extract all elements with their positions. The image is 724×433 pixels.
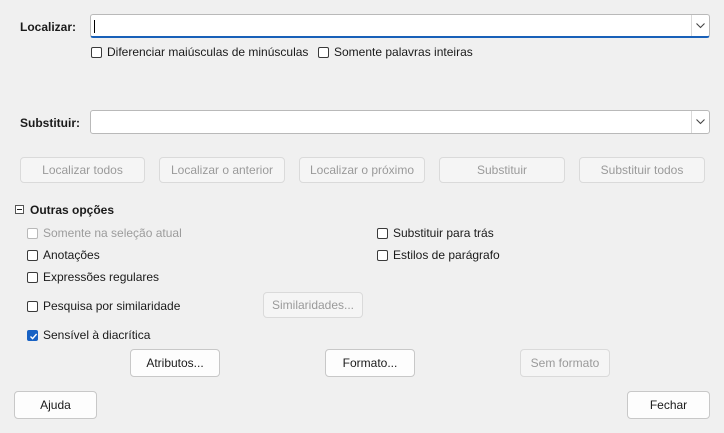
- match-case-checkbox[interactable]: Diferenciar maiúsculas de minúsculas: [91, 45, 308, 59]
- whole-words-label: Somente palavras inteiras: [334, 45, 473, 59]
- find-next-button[interactable]: Localizar o próximo: [299, 157, 425, 183]
- comments-checkbox[interactable]: Anotações: [27, 248, 100, 262]
- checkbox-box[interactable]: [377, 249, 388, 261]
- similarity-search-label: Pesquisa por similaridade: [43, 299, 181, 313]
- more-options-label: Outras opções: [30, 203, 115, 217]
- similarity-search-checkbox[interactable]: Pesquisa por similaridade: [27, 299, 180, 313]
- match-case-label: Diferenciar maiúsculas de minúsculas: [107, 45, 309, 59]
- diacritic-sensitive-checkbox[interactable]: Sensível à diacrítica: [27, 328, 150, 342]
- find-all-button[interactable]: Localizar todos: [20, 157, 145, 183]
- regular-expressions-checkbox[interactable]: Expressões regulares: [27, 270, 159, 284]
- help-button[interactable]: Ajuda: [14, 391, 97, 419]
- collapse-icon[interactable]: [15, 205, 24, 214]
- current-selection-only-label: Somente na seleção atual: [43, 226, 182, 240]
- find-label: Localizar:: [20, 20, 77, 34]
- replace-button[interactable]: Substituir: [439, 157, 565, 183]
- replace-dropdown-button[interactable]: [691, 111, 709, 133]
- checkbox-box[interactable]: [27, 227, 38, 239]
- replace-label: Substituir:: [20, 116, 80, 130]
- chevron-down-icon: [696, 23, 705, 29]
- paragraph-styles-checkbox[interactable]: Estilos de parágrafo: [377, 248, 500, 262]
- replace-backwards-checkbox[interactable]: Substituir para trás: [377, 226, 494, 240]
- diacritic-sensitive-label: Sensível à diacrítica: [43, 328, 151, 342]
- text-cursor: [94, 20, 95, 33]
- more-options-toggle[interactable]: Outras opções: [15, 203, 115, 217]
- find-dropdown-button[interactable]: [691, 15, 709, 36]
- checkbox-box[interactable]: [27, 271, 38, 283]
- chevron-down-icon: [696, 119, 705, 125]
- similarities-button[interactable]: Similaridades...: [263, 292, 363, 318]
- format-button[interactable]: Formato...: [325, 349, 415, 377]
- comments-label: Anotações: [43, 248, 100, 262]
- no-format-button[interactable]: Sem formato: [520, 349, 610, 377]
- close-button[interactable]: Fechar: [627, 391, 710, 419]
- paragraph-styles-label: Estilos de parágrafo: [393, 248, 500, 262]
- checkbox-box[interactable]: [318, 46, 329, 58]
- current-selection-only-checkbox[interactable]: Somente na seleção atual: [27, 226, 182, 240]
- checkbox-box[interactable]: [377, 227, 388, 239]
- checkbox-box[interactable]: [27, 249, 38, 261]
- checkbox-box[interactable]: [91, 46, 102, 58]
- find-previous-button[interactable]: Localizar o anterior: [159, 157, 285, 183]
- replace-backwards-label: Substituir para trás: [393, 226, 494, 240]
- replace-all-button[interactable]: Substituir todos: [579, 157, 705, 183]
- checkbox-box[interactable]: [27, 329, 38, 341]
- whole-words-checkbox[interactable]: Somente palavras inteiras: [318, 45, 473, 59]
- find-combobox[interactable]: [90, 14, 710, 38]
- regular-expressions-label: Expressões regulares: [43, 270, 160, 284]
- attributes-button[interactable]: Atributos...: [130, 349, 220, 377]
- replace-combobox[interactable]: [90, 110, 710, 134]
- checkbox-box[interactable]: [27, 300, 38, 312]
- checkmark-icon: [30, 333, 38, 340]
